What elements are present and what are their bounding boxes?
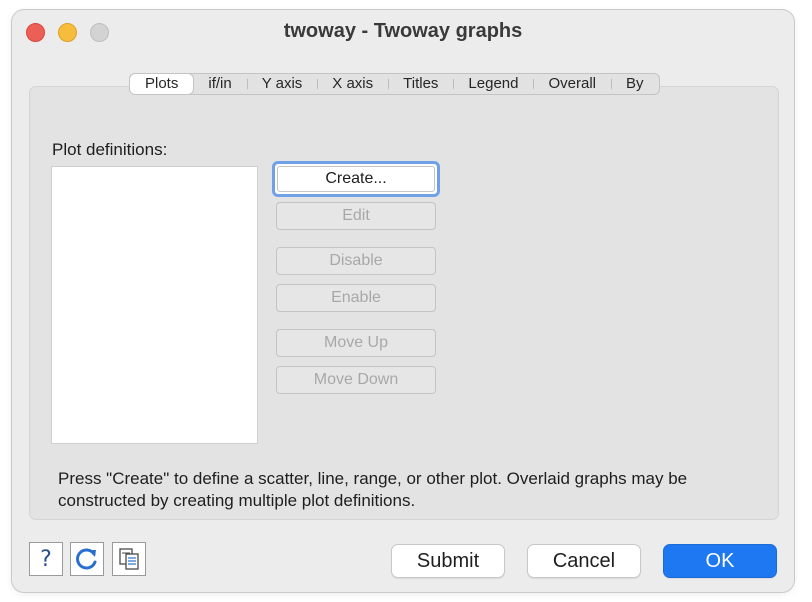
tab-legend[interactable]: Legend: [453, 74, 533, 94]
tab-by[interactable]: By: [611, 74, 659, 94]
help-icon: ?: [40, 546, 52, 572]
dialog-window: twoway - Twoway graphs Plots if/in Y axi…: [12, 10, 794, 592]
submit-button[interactable]: Submit: [391, 544, 505, 578]
cancel-button[interactable]: Cancel: [527, 544, 641, 578]
ok-button[interactable]: OK: [663, 544, 777, 578]
reset-button[interactable]: [70, 542, 104, 576]
tab-y-axis[interactable]: Y axis: [246, 74, 318, 94]
reset-icon: [76, 548, 97, 570]
tab-if-in[interactable]: if/in: [193, 74, 246, 94]
move-down-button[interactable]: Move Down: [276, 366, 436, 394]
title-bar: twoway - Twoway graphs: [12, 10, 794, 54]
enable-button[interactable]: Enable: [276, 284, 436, 312]
tab-overall[interactable]: Overall: [533, 74, 611, 94]
copy-command-button[interactable]: [112, 542, 146, 576]
tab-x-axis[interactable]: X axis: [317, 74, 388, 94]
edit-button[interactable]: Edit: [276, 202, 436, 230]
create-button[interactable]: Create...: [272, 161, 440, 197]
tab-bar: Plots if/in Y axis X axis Titles Legend …: [129, 73, 660, 95]
plot-definitions-label: Plot definitions:: [52, 140, 168, 159]
create-button-label: Create...: [277, 166, 435, 192]
help-button[interactable]: ?: [29, 542, 63, 576]
move-up-button[interactable]: Move Up: [276, 329, 436, 357]
window-title: twoway - Twoway graphs: [283, 20, 523, 42]
help-text: Press "Create" to define a scatter, line…: [58, 469, 688, 510]
disable-button[interactable]: Disable: [276, 247, 436, 275]
tab-titles[interactable]: Titles: [388, 74, 453, 94]
copy-command-icon: [119, 548, 139, 570]
tab-plots[interactable]: Plots: [130, 74, 194, 94]
plot-definitions-list[interactable]: [51, 166, 258, 444]
